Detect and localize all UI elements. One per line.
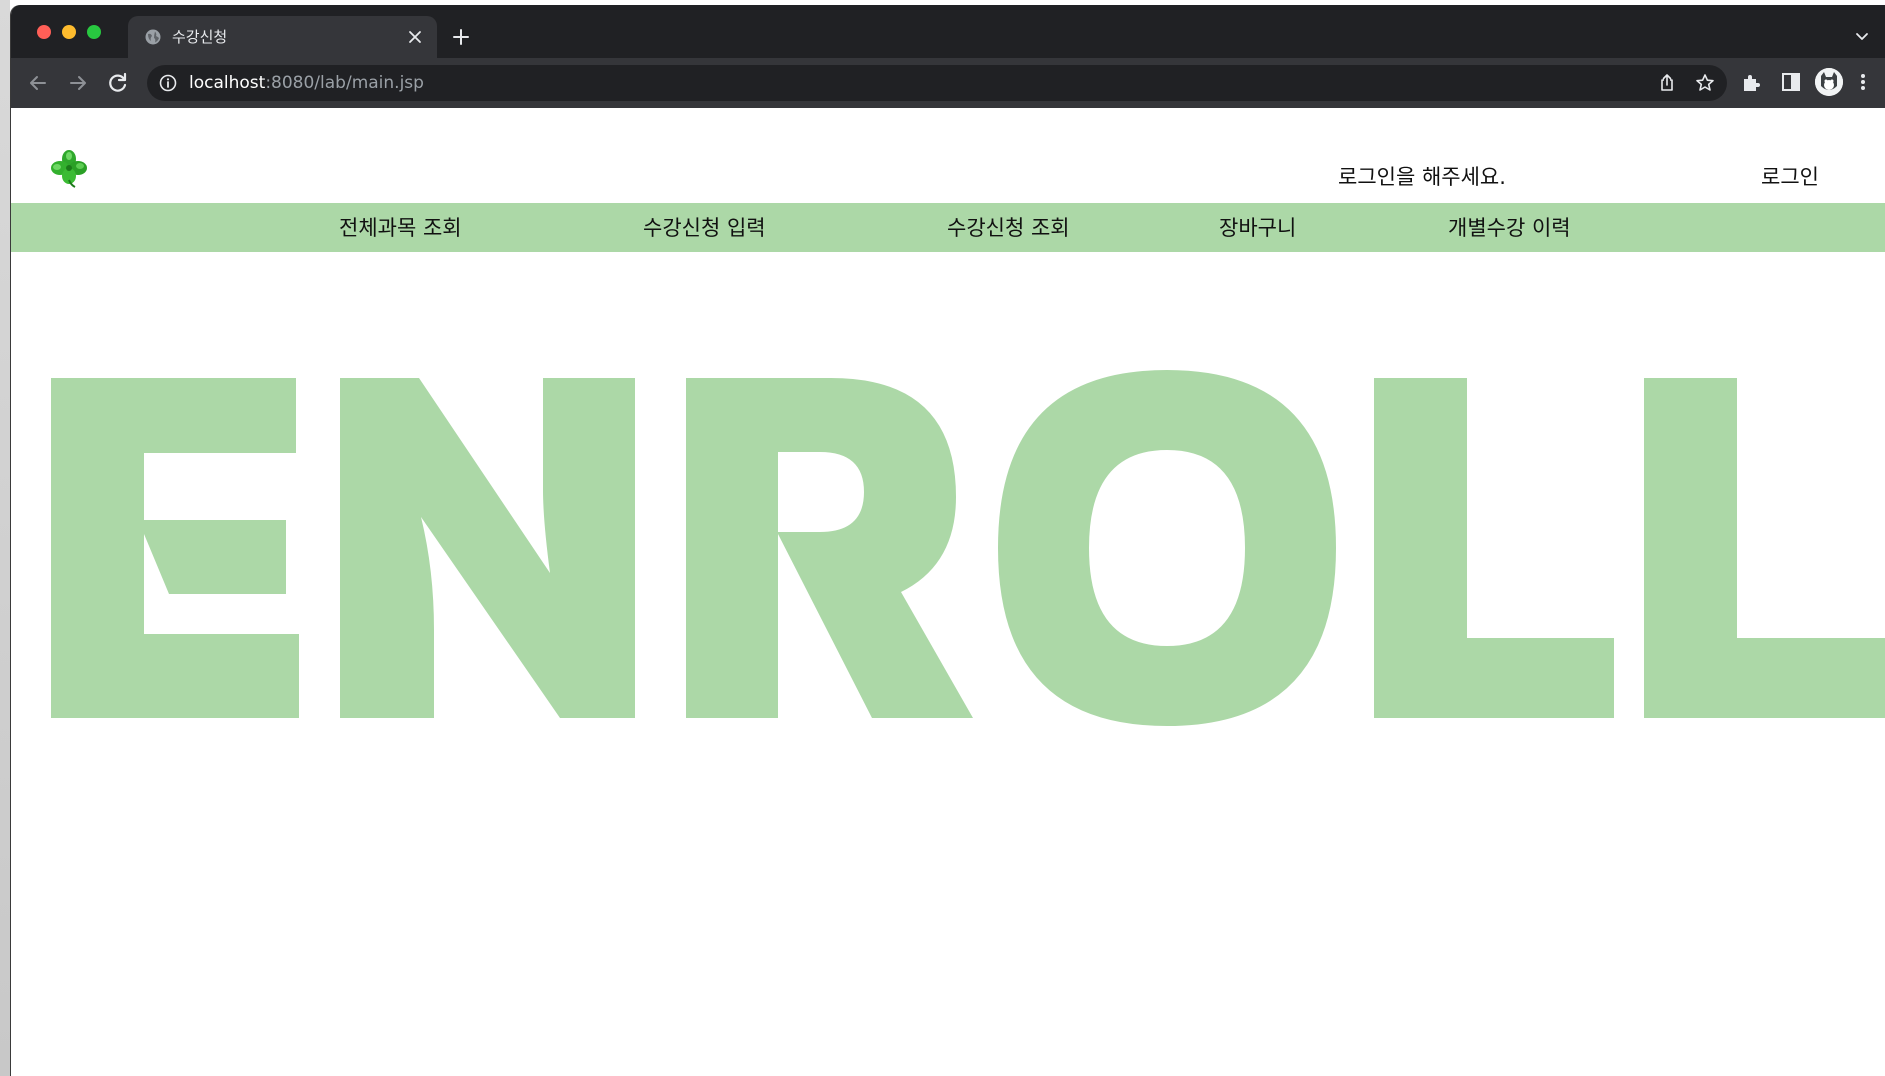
close-icon[interactable] bbox=[405, 27, 425, 47]
extensions-puzzle-icon[interactable] bbox=[1740, 71, 1762, 93]
nav-item-all-courses[interactable]: 전체과목 조회 bbox=[339, 215, 462, 241]
screen: 수강신청 localhost:8080/lab/main.jsp 로그인을 해주… bbox=[0, 0, 1885, 1076]
back-arrow-icon[interactable] bbox=[25, 70, 51, 96]
tab-active[interactable]: 수강신청 bbox=[128, 16, 437, 58]
login-link[interactable]: 로그인 bbox=[1761, 164, 1819, 190]
cat-avatar-icon bbox=[1815, 68, 1843, 96]
reload-icon[interactable] bbox=[105, 70, 131, 96]
info-icon[interactable] bbox=[159, 74, 177, 92]
hero-enroll-letters bbox=[51, 370, 1885, 726]
new-tab-plus-icon[interactable] bbox=[451, 27, 471, 47]
nav-item-enroll-view[interactable]: 수강신청 조회 bbox=[947, 215, 1070, 241]
globe-icon bbox=[145, 29, 161, 45]
profile-avatar[interactable] bbox=[1815, 68, 1843, 96]
nav-item-history[interactable]: 개별수강 이력 bbox=[1448, 215, 1571, 241]
nav-item-cart[interactable]: 장바구니 bbox=[1219, 215, 1296, 241]
window-zoom-button[interactable] bbox=[87, 25, 101, 39]
browser-toolbar: localhost:8080/lab/main.jsp bbox=[11, 58, 1885, 108]
four-leaf-clover-icon[interactable] bbox=[49, 148, 89, 188]
bookmark-star-icon[interactable] bbox=[1695, 73, 1715, 93]
window-close-button[interactable] bbox=[37, 25, 51, 39]
chevron-down-icon[interactable] bbox=[1854, 29, 1870, 45]
url-text[interactable]: localhost:8080/lab/main.jsp bbox=[189, 73, 424, 93]
share-icon[interactable] bbox=[1657, 73, 1677, 93]
page-content: 로그인을 해주세요. 로그인 전체과목 조회 수강신청 입력 수강신청 조회 장… bbox=[11, 108, 1885, 1076]
login-prompt-text: 로그인을 해주세요. bbox=[1338, 165, 1506, 189]
window-minimize-button[interactable] bbox=[62, 25, 76, 39]
more-vertical-icon[interactable] bbox=[1859, 71, 1867, 93]
main-nav-bar: 전체과목 조회 수강신청 입력 수강신청 조회 장바구니 개별수강 이력 bbox=[11, 203, 1885, 252]
tab-title: 수강신청 bbox=[172, 28, 228, 46]
forward-arrow-icon[interactable] bbox=[65, 70, 91, 96]
nav-item-enroll-input[interactable]: 수강신청 입력 bbox=[643, 215, 766, 241]
address-bar[interactable]: localhost:8080/lab/main.jsp bbox=[147, 65, 1727, 101]
url-path: :8080/lab/main.jsp bbox=[265, 73, 424, 93]
url-host: localhost bbox=[189, 73, 266, 93]
browser-window: 수강신청 localhost:8080/lab/main.jsp 로그인을 해주… bbox=[10, 5, 1885, 1076]
side-panel-icon[interactable] bbox=[1780, 71, 1802, 93]
desktop-background bbox=[0, 0, 10, 1076]
tab-strip: 수강신청 bbox=[11, 5, 1885, 58]
hero-enroll-graphic bbox=[31, 370, 1885, 770]
